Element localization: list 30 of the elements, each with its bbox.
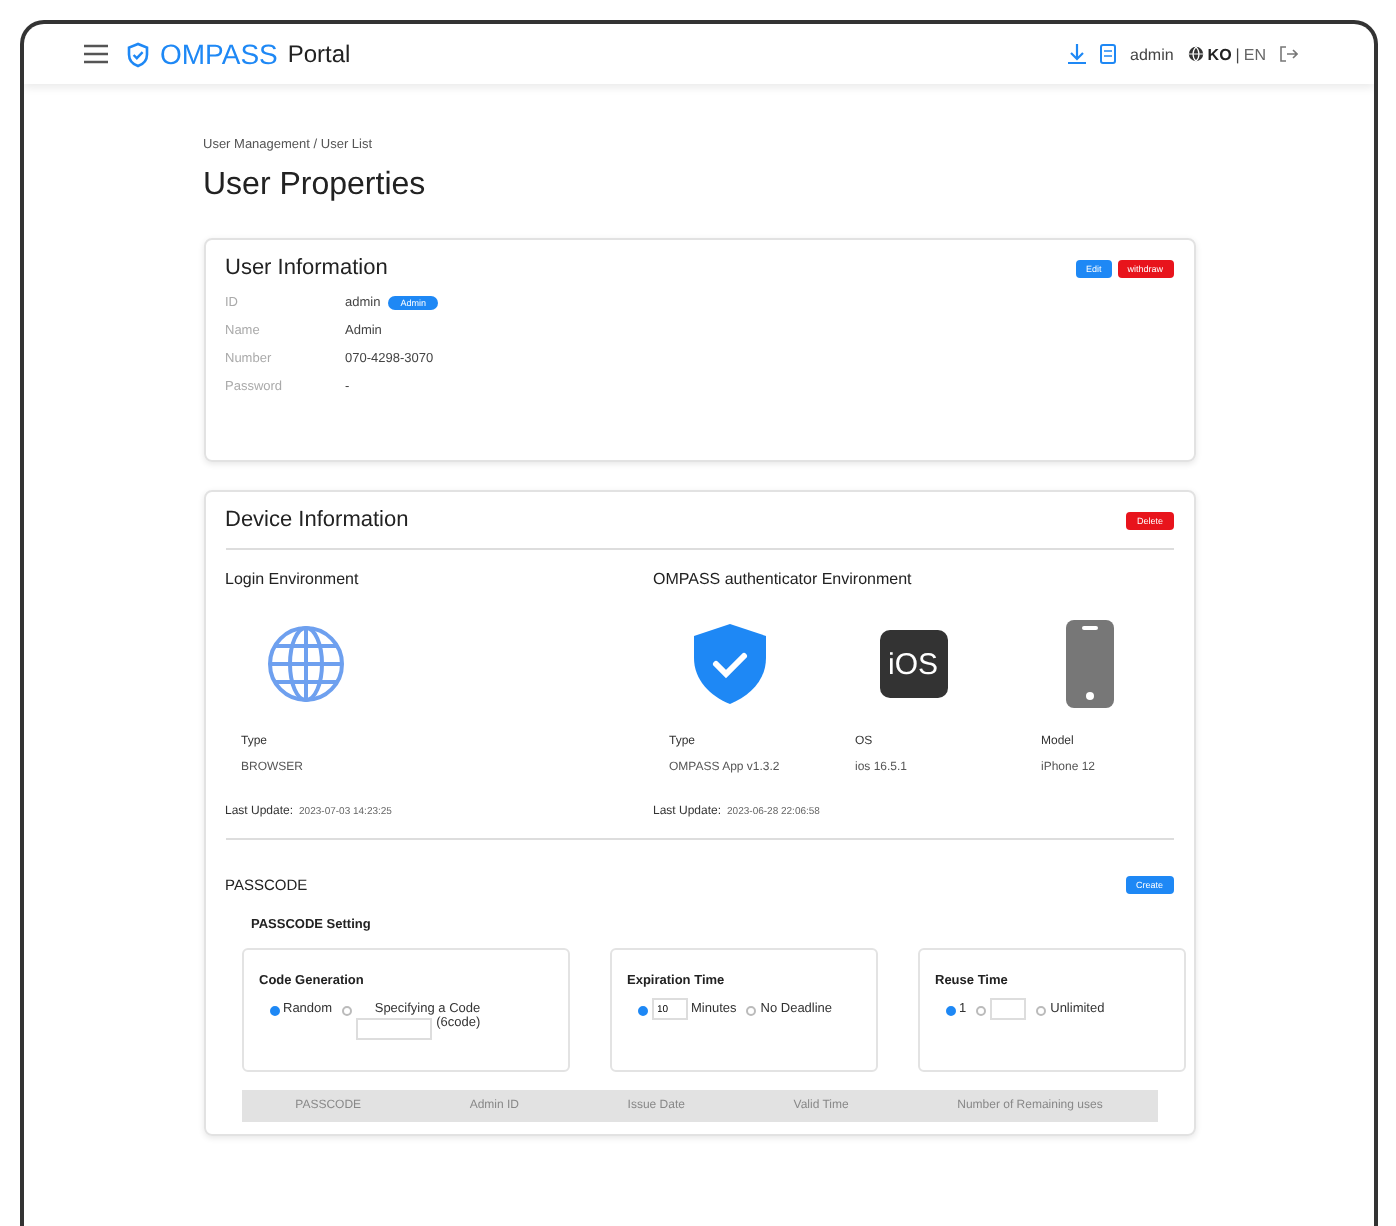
radio-button[interactable] xyxy=(976,1006,987,1016)
language-option[interactable]: KO xyxy=(1207,45,1232,63)
radio-button[interactable] xyxy=(746,1006,757,1016)
language-option[interactable]: EN xyxy=(1243,45,1266,63)
radio-button[interactable] xyxy=(269,1006,279,1016)
download-icon[interactable] xyxy=(1068,44,1086,64)
radio-button[interactable] xyxy=(637,1006,647,1016)
language-separator: | xyxy=(1235,45,1240,63)
ios-logo: iOS xyxy=(879,630,947,698)
card-title: User Information xyxy=(225,256,388,280)
section-title: OMPASS authenticator Environment xyxy=(653,570,914,588)
page-title: User Properties xyxy=(203,168,428,204)
globe-icon[interactable] xyxy=(1187,46,1204,62)
input-field[interactable] xyxy=(990,998,1027,1020)
menu-icon[interactable] xyxy=(84,44,108,64)
smartphone-icon xyxy=(1065,620,1113,708)
logout-icon[interactable] xyxy=(1280,46,1298,62)
brand-suffix: Portal xyxy=(287,40,351,68)
radio-button[interactable] xyxy=(945,1006,955,1016)
document-icon[interactable] xyxy=(1100,44,1116,64)
section-title: Login Environment xyxy=(225,570,361,588)
user-name[interactable]: admin xyxy=(1130,45,1174,63)
card-title: Device Information xyxy=(225,508,409,532)
radio-button[interactable] xyxy=(1036,1006,1047,1016)
globe-icon xyxy=(265,624,345,704)
brand-name[interactable]: OMPASS xyxy=(160,38,278,70)
radio-button[interactable] xyxy=(342,1006,353,1016)
shield-check-icon xyxy=(693,624,765,704)
code-input[interactable] xyxy=(356,1018,433,1040)
shield-check-icon xyxy=(126,41,150,67)
